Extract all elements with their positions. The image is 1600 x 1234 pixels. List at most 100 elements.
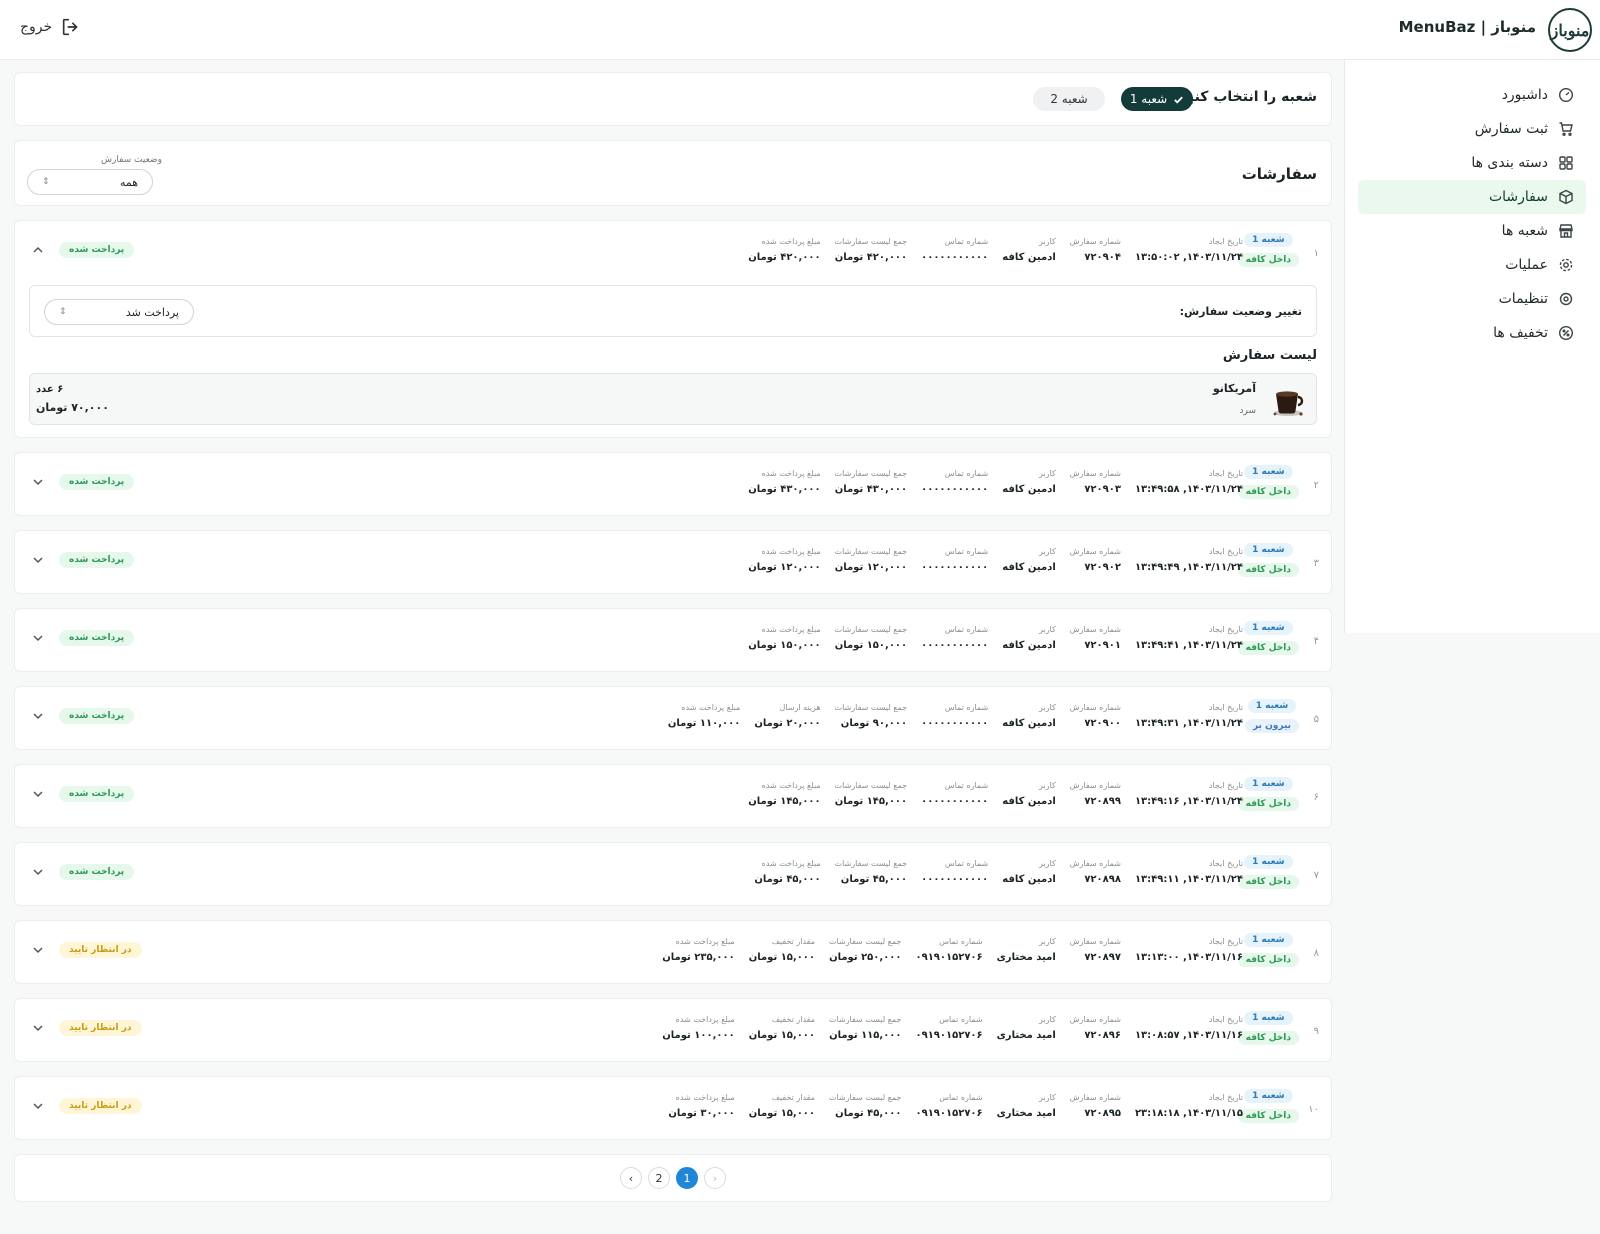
order-row-4[interactable]: ۴ شعبه 1 داخل کافه تاریخ ایجاد ۱۴۰۳/۱۱/۲۴…	[14, 608, 1332, 672]
field-value: ۱۲۰,۰۰۰ تومان	[748, 562, 821, 573]
order-header[interactable]: ۵ شعبه 1 بیرون بر تاریخ ایجاد ۱۴۰۳/۱۱/۲۴,…	[15, 687, 1331, 749]
chevron-down-icon[interactable]	[31, 709, 45, 723]
order-row-7[interactable]: ۷ شعبه 1 داخل کافه تاریخ ایجاد ۱۴۰۳/۱۱/۲۴…	[14, 842, 1332, 906]
change-status-select[interactable]: پرداخت شد ⇕	[44, 299, 194, 325]
field-value: ۱۰۰,۰۰۰ تومان	[662, 1030, 735, 1041]
order-header[interactable]: ۱ شعبه 1 داخل کافه تاریخ ایجاد ۱۴۰۳/۱۱/۲۴…	[15, 221, 1331, 283]
field-order-number: شماره سفارش ۷۲۰۹۰۳	[1070, 469, 1121, 495]
field-value: ۷۲۰۸۹۸	[1084, 874, 1121, 885]
order-row-6[interactable]: ۶ شعبه 1 داخل کافه تاریخ ایجاد ۱۴۰۳/۱۱/۲۴…	[14, 764, 1332, 828]
field-order-number: شماره سفارش ۷۲۰۹۰۰	[1070, 703, 1121, 729]
order-header[interactable]: ۴ شعبه 1 داخل کافه تاریخ ایجاد ۱۴۰۳/۱۱/۲۴…	[15, 609, 1331, 671]
order-row-10[interactable]: ۱۰ شعبه 1 داخل کافه تاریخ ایجاد ۱۴۰۳/۱۱/۱…	[14, 1076, 1332, 1140]
chevron-down-icon[interactable]	[31, 553, 45, 567]
pagination-next[interactable]: ›	[704, 1167, 726, 1189]
chevron-down-icon[interactable]	[31, 1021, 45, 1035]
order-header[interactable]: ۷ شعبه 1 داخل کافه تاریخ ایجاد ۱۴۰۳/۱۱/۲۴…	[15, 843, 1331, 905]
order-item: آمریکانو سرد ۶ عدد ۷۰,۰۰۰ تومان	[29, 373, 1317, 425]
field-user: کاربر امید مختاری	[997, 1015, 1056, 1041]
logo: منوباز	[1548, 8, 1592, 52]
page-2-button[interactable]: 2	[648, 1167, 670, 1189]
field-value: ۱۱۵,۰۰۰ تومان	[829, 1030, 902, 1041]
order-row-2[interactable]: ۲ شعبه 1 داخل کافه تاریخ ایجاد ۱۴۰۳/۱۱/۲۴…	[14, 452, 1332, 516]
branch-chip-1[interactable]: شعبه 1	[1121, 87, 1193, 111]
field-value: امید مختاری	[996, 952, 1056, 963]
order-row-5[interactable]: ۵ شعبه 1 بیرون بر تاریخ ایجاد ۱۴۰۳/۱۱/۲۴,…	[14, 686, 1332, 750]
sidebar-item-new-order[interactable]: ثبت سفارش	[1358, 112, 1586, 146]
order-tags: شعبه 1 داخل کافه	[1237, 543, 1299, 577]
order-index: ۲	[1313, 480, 1319, 491]
field-label: مقدار تخفیف	[771, 1015, 816, 1024]
field-label: تاریخ ایجاد	[1208, 469, 1243, 478]
field-discount: مقدار تخفیف ۱۵,۰۰۰ تومان	[749, 1015, 815, 1041]
branch-badge: شعبه 1	[1244, 621, 1293, 635]
sidebar-item-discounts[interactable]: تخفیف ها	[1358, 316, 1586, 350]
page-1-button[interactable]: 1	[676, 1167, 698, 1189]
field-value: ۱۱۰,۰۰۰ تومان	[667, 718, 741, 729]
field-subtotal: جمع لیست سفارشات ۹۰,۰۰۰ تومان	[835, 703, 907, 729]
order-header[interactable]: ۲ شعبه 1 داخل کافه تاریخ ایجاد ۱۴۰۳/۱۱/۲۴…	[15, 453, 1331, 515]
pagination-prev[interactable]: ‹	[620, 1167, 642, 1189]
sidebar-item-settings[interactable]: تنظیمات	[1358, 282, 1586, 316]
field-label: شماره سفارش	[1069, 937, 1121, 946]
chevron-down-icon[interactable]	[31, 865, 45, 879]
field-subtotal: جمع لیست سفارشات ۱۵۰,۰۰۰ تومان	[835, 625, 907, 651]
field-value: ۹۰,۰۰۰ تومان	[840, 718, 908, 729]
order-header[interactable]: ۶ شعبه 1 داخل کافه تاریخ ایجاد ۱۴۰۳/۱۱/۲۴…	[15, 765, 1331, 827]
order-header[interactable]: ۳ شعبه 1 داخل کافه تاریخ ایجاد ۱۴۰۳/۱۱/۲۴…	[15, 531, 1331, 593]
sidebar-item-label: شعبه ها	[1501, 223, 1548, 239]
order-row-3[interactable]: ۳ شعبه 1 داخل کافه تاریخ ایجاد ۱۴۰۳/۱۱/۲۴…	[14, 530, 1332, 594]
order-tags: شعبه 1 داخل کافه	[1237, 933, 1299, 967]
field-value: ۷۲۰۸۹۵	[1084, 1108, 1121, 1119]
field-label: شماره تماس	[944, 469, 989, 478]
chevron-down-icon[interactable]	[31, 787, 45, 801]
field-value: ۰۹۱۹۰۱۵۲۷۰۶	[915, 1030, 983, 1041]
status-badge: پرداخت شده	[59, 630, 135, 646]
field-created-at: تاریخ ایجاد ۱۴۰۳/۱۱/۱۶, ۱۳:۱۳:۰۰	[1135, 937, 1243, 963]
field-created-at: تاریخ ایجاد ۱۴۰۳/۱۱/۲۴, ۱۳:۴۹:۵۸	[1135, 469, 1243, 495]
pagination: ‹ 2 1 ›	[15, 1167, 1331, 1189]
sidebar-item-dashboard[interactable]: داشبورد	[1358, 78, 1586, 112]
field-label: تاریخ ایجاد	[1208, 859, 1243, 868]
order-index: ۶	[1313, 792, 1319, 803]
chevron-down-icon[interactable]	[31, 475, 45, 489]
field-label: کاربر	[1039, 703, 1056, 712]
status-filter-select[interactable]: همه ⇕	[27, 169, 153, 195]
field-label: تاریخ ایجاد	[1208, 703, 1243, 712]
field-user: کاربر ادمین کافه	[1002, 237, 1056, 263]
sidebar-item-categories[interactable]: دسته بندی ها	[1358, 146, 1586, 180]
chevron-down-icon[interactable]	[31, 1099, 45, 1113]
chevron-up-icon[interactable]	[31, 243, 45, 257]
field-user: کاربر ادمین کافه	[1002, 703, 1056, 729]
field-label: مبلغ پرداخت شده	[761, 781, 821, 790]
branch-chip-2[interactable]: شعبه 2	[1033, 87, 1105, 111]
order-row-8[interactable]: ۸ شعبه 1 داخل کافه تاریخ ایجاد ۱۴۰۳/۱۱/۱۶…	[14, 920, 1332, 984]
order-row-1: ۱ شعبه 1 داخل کافه تاریخ ایجاد ۱۴۰۳/۱۱/۲۴…	[14, 220, 1332, 438]
field-label: جمع لیست سفارشات	[834, 237, 908, 246]
change-status-box: تغییر وضعیت سفارش: پرداخت شد ⇕	[29, 285, 1317, 337]
order-fields: تاریخ ایجاد ۱۴۰۳/۱۱/۱۶, ۱۳:۱۳:۰۰ شماره سف…	[662, 937, 1243, 963]
order-header[interactable]: ۱۰ شعبه 1 داخل کافه تاریخ ایجاد ۱۴۰۳/۱۱/۱…	[15, 1077, 1331, 1139]
order-index: ۹	[1313, 1026, 1319, 1037]
chevron-down-icon[interactable]	[31, 943, 45, 957]
logout-button[interactable]: خروج	[20, 16, 82, 38]
logout-icon	[63, 18, 78, 36]
order-type-badge: داخل کافه	[1237, 563, 1299, 577]
sidebar-item-orders[interactable]: سفارشات	[1358, 180, 1586, 214]
field-user: کاربر ادمین کافه	[1002, 469, 1056, 495]
branch-selector-card: شعبه را انتخاب کنید: شعبه 1 شعبه 2	[14, 72, 1332, 126]
change-status-value: پرداخت شد	[125, 305, 179, 319]
field-label: شماره تماس	[939, 937, 983, 946]
gear-icon	[1559, 258, 1573, 272]
chevron-down-icon[interactable]	[31, 631, 45, 645]
change-status-label: تغییر وضعیت سفارش:	[1179, 305, 1302, 318]
field-label: شماره تماس	[939, 1015, 983, 1024]
status-badge: پرداخت شده	[59, 242, 135, 258]
sidebar-item-branches[interactable]: شعبه ها	[1358, 214, 1586, 248]
status-badge: پرداخت شده	[59, 708, 135, 724]
order-row-9[interactable]: ۹ شعبه 1 داخل کافه تاریخ ایجاد ۱۴۰۳/۱۱/۱۶…	[14, 998, 1332, 1062]
sidebar-item-operations[interactable]: عملیات	[1358, 248, 1586, 282]
order-header[interactable]: ۸ شعبه 1 داخل کافه تاریخ ایجاد ۱۴۰۳/۱۱/۱۶…	[15, 921, 1331, 983]
order-fields: تاریخ ایجاد ۱۴۰۳/۱۱/۱۶, ۱۳:۰۸:۵۷ شماره سف…	[662, 1015, 1243, 1041]
order-header[interactable]: ۹ شعبه 1 داخل کافه تاریخ ایجاد ۱۴۰۳/۱۱/۱۶…	[15, 999, 1331, 1061]
